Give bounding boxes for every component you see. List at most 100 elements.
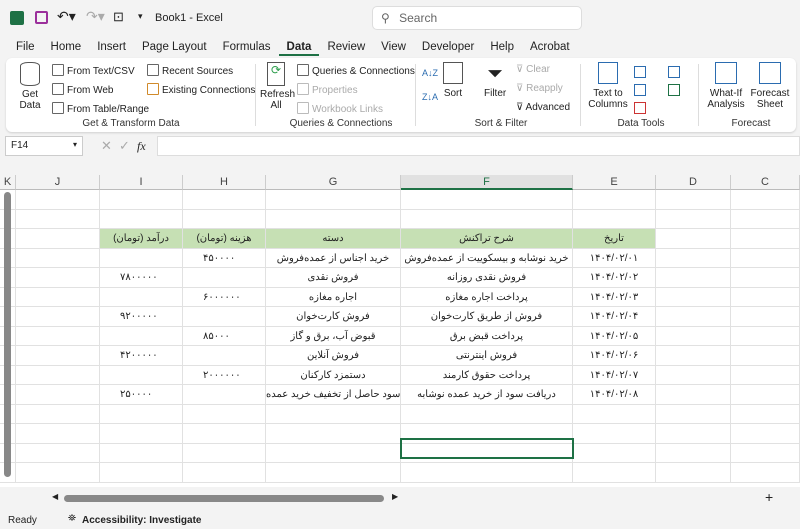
empty-cell[interactable] xyxy=(656,326,731,346)
empty-cell[interactable] xyxy=(731,209,800,229)
data-cell[interactable]: فروش اینترنتی xyxy=(401,346,573,366)
from-web-button[interactable]: From Web xyxy=(52,83,114,96)
queries-connections-button[interactable]: Queries & Connections xyxy=(297,64,415,77)
header-cell[interactable]: دسته xyxy=(266,229,401,249)
empty-cell[interactable] xyxy=(731,346,800,366)
empty-cell[interactable] xyxy=(100,443,183,463)
data-cell[interactable]: ۱۴۰۴/۰۲/۰۳ xyxy=(573,287,656,307)
empty-cell[interactable] xyxy=(573,443,656,463)
empty-cell[interactable] xyxy=(266,404,401,424)
existing-connections-button[interactable]: Existing Connections xyxy=(147,83,255,96)
empty-cell[interactable] xyxy=(401,190,573,210)
horizontal-scrollbar[interactable] xyxy=(64,495,384,502)
empty-cell[interactable] xyxy=(573,209,656,229)
data-cell[interactable]: فروش نقدی xyxy=(266,268,401,288)
empty-cell[interactable] xyxy=(656,229,731,249)
empty-cell[interactable] xyxy=(731,268,800,288)
empty-cell[interactable] xyxy=(656,346,731,366)
tab-data[interactable]: Data xyxy=(278,38,320,56)
data-cell[interactable] xyxy=(183,385,266,405)
empty-cell[interactable] xyxy=(100,209,183,229)
empty-cell[interactable] xyxy=(656,385,731,405)
empty-cell[interactable] xyxy=(266,463,401,483)
worksheet-grid[interactable]: K J I H G F E D C درآمد (تومان) هزینه (تومان) دسته ش… xyxy=(0,175,800,487)
empty-cell[interactable] xyxy=(731,190,800,210)
tab-home[interactable]: Home xyxy=(43,38,90,56)
empty-cell[interactable] xyxy=(16,365,100,385)
empty-cell[interactable] xyxy=(401,463,573,483)
data-cell[interactable] xyxy=(100,248,183,268)
column-header-H[interactable]: H xyxy=(183,175,266,190)
column-header-I[interactable]: I xyxy=(100,175,183,190)
empty-cell[interactable] xyxy=(573,424,656,444)
header-cell[interactable]: هزینه (تومان) xyxy=(183,229,266,249)
data-cell[interactable]: ۱۴۰۴/۰۲/۰۴ xyxy=(573,307,656,327)
data-cell[interactable]: ۱۴۰۴/۰۲/۰۱ xyxy=(573,248,656,268)
data-cell[interactable]: سود حاصل از تخفیف خرید عمده xyxy=(266,385,401,405)
data-cell[interactable]: ۴۵۰۰۰۰ xyxy=(183,248,266,268)
tab-developer[interactable]: Developer xyxy=(414,38,482,56)
empty-cell[interactable] xyxy=(731,365,800,385)
data-cell[interactable]: ۶۰۰۰۰۰۰ xyxy=(183,287,266,307)
relationships-icon[interactable] xyxy=(668,84,680,96)
empty-cell[interactable] xyxy=(16,385,100,405)
empty-cell[interactable] xyxy=(401,404,573,424)
column-header-C[interactable]: C xyxy=(731,175,800,190)
data-cell[interactable]: ۷۸۰۰۰۰۰ xyxy=(100,268,183,288)
data-cell[interactable]: فروش کارت‌خوان xyxy=(266,307,401,327)
data-cell[interactable]: فروش از طریق کارت‌خوان xyxy=(401,307,573,327)
empty-cell[interactable] xyxy=(573,190,656,210)
empty-cell[interactable] xyxy=(183,190,266,210)
data-cell[interactable]: ۲۵۰۰۰۰ xyxy=(100,385,183,405)
customize-toolbar-icon[interactable]: ▾ xyxy=(138,11,143,22)
data-cell[interactable]: ۱۴۰۴/۰۲/۰۵ xyxy=(573,326,656,346)
tab-file[interactable]: File xyxy=(8,38,43,56)
properties-button[interactable]: Properties xyxy=(297,83,358,96)
empty-cell[interactable] xyxy=(731,326,800,346)
remove-duplicates-icon[interactable] xyxy=(634,84,646,96)
empty-cell[interactable] xyxy=(16,190,100,210)
vertical-scrollbar[interactable] xyxy=(4,192,11,477)
column-header-E[interactable]: E xyxy=(573,175,656,190)
sort-descending-button[interactable]: Z↓A xyxy=(422,92,438,102)
empty-cell[interactable] xyxy=(266,424,401,444)
empty-cell[interactable] xyxy=(183,463,266,483)
tab-insert[interactable]: Insert xyxy=(89,38,134,56)
scroll-right-icon[interactable]: ▶ xyxy=(392,492,398,501)
header-cell[interactable]: درآمد (تومان) xyxy=(100,229,183,249)
tab-view[interactable]: View xyxy=(373,38,414,56)
data-cell[interactable]: ۴۲۰۰۰۰۰ xyxy=(100,346,183,366)
column-header-F[interactable]: F xyxy=(401,175,573,190)
empty-cell[interactable] xyxy=(731,424,800,444)
column-header-K[interactable]: K xyxy=(0,175,16,190)
scroll-left-icon[interactable]: ◀ xyxy=(52,492,58,501)
enter-icon[interactable]: ✓ xyxy=(119,138,130,154)
empty-cell[interactable] xyxy=(16,209,100,229)
data-cell[interactable]: خرید اجناس از عمده‌فروش xyxy=(266,248,401,268)
data-cell[interactable]: خرید نوشابه و بیسکوییت از عمده‌فروش xyxy=(401,248,573,268)
empty-cell[interactable] xyxy=(656,365,731,385)
empty-cell[interactable] xyxy=(16,287,100,307)
add-sheet-icon[interactable]: + xyxy=(765,489,773,505)
sort-ascending-button[interactable]: A↓Z xyxy=(422,68,438,78)
tab-page-layout[interactable]: Page Layout xyxy=(134,38,215,56)
empty-cell[interactable] xyxy=(183,404,266,424)
clear-button[interactable]: ⊽ Clear xyxy=(516,64,550,75)
empty-cell[interactable] xyxy=(656,190,731,210)
data-cell[interactable]: ۹۲۰۰۰۰۰ xyxy=(100,307,183,327)
camera-icon[interactable]: ⊡ xyxy=(113,9,124,25)
empty-cell[interactable] xyxy=(100,190,183,210)
empty-cell[interactable] xyxy=(656,209,731,229)
tab-acrobat[interactable]: Acrobat xyxy=(522,38,578,56)
empty-cell[interactable] xyxy=(16,307,100,327)
data-cell[interactable]: ۸۵۰۰۰ xyxy=(183,326,266,346)
empty-cell[interactable] xyxy=(731,463,800,483)
data-cell[interactable]: ۱۴۰۴/۰۲/۰۶ xyxy=(573,346,656,366)
header-cell[interactable]: شرح تراکنش xyxy=(401,229,573,249)
column-header-G[interactable]: G xyxy=(266,175,401,190)
search-box[interactable]: ⚲ Search xyxy=(372,6,582,30)
empty-cell[interactable] xyxy=(731,443,800,463)
empty-cell[interactable] xyxy=(16,443,100,463)
tab-help[interactable]: Help xyxy=(482,38,522,56)
empty-cell[interactable] xyxy=(656,424,731,444)
